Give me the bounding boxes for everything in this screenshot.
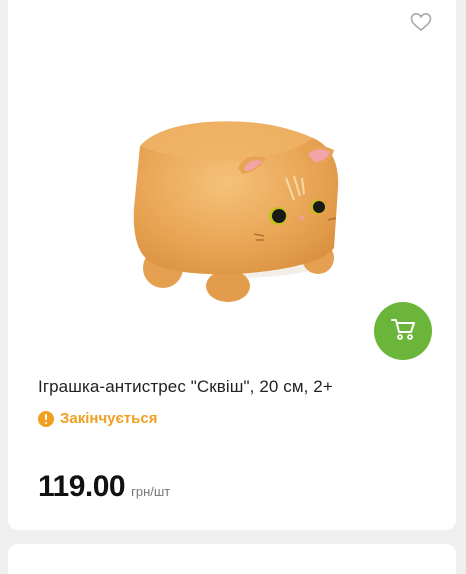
product-image[interactable] [118,108,358,308]
heart-icon[interactable] [410,12,432,32]
price-block: 119.00 грн/шт [38,470,170,504]
price-unit: грн/шт [131,484,171,499]
product-title[interactable]: Іграшка-антистрес "Сквіш", 20 см, 2+ [38,377,438,397]
warning-icon [38,410,54,427]
stock-status: Закінчується [38,410,157,427]
product-price: 119.00 [38,470,126,503]
add-to-cart-button[interactable] [374,302,432,360]
shopping-cart-icon [390,317,416,346]
stock-status-label: Закінчується [60,410,158,427]
next-product-card [8,544,456,574]
product-card[interactable]: Іграшка-антистрес "Сквіш", 20 см, 2+ Зак… [8,0,456,530]
